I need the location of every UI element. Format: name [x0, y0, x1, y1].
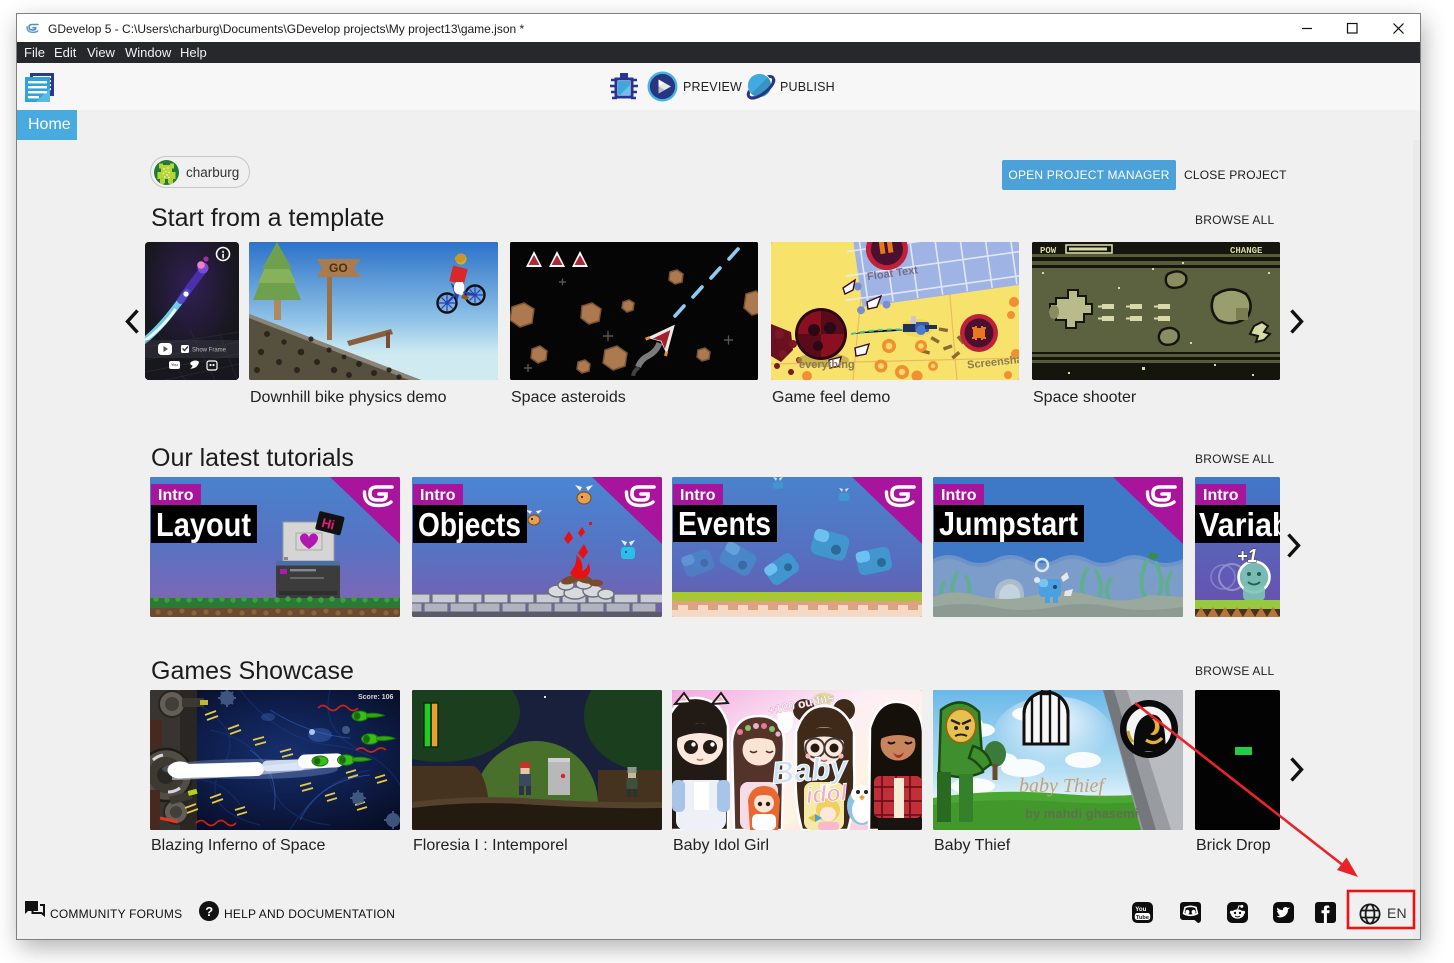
svg-text:everything: everything: [799, 359, 855, 371]
svg-text:idol: idol: [805, 779, 849, 809]
svg-text:by mahdi ghasemi: by mahdi ghasemi: [1025, 806, 1138, 821]
svg-text:Intro: Intro: [158, 487, 194, 504]
svg-text:You: You: [1135, 906, 1146, 913]
svg-text:?: ?: [205, 904, 213, 919]
svg-text:POW: POW: [1040, 246, 1057, 256]
svg-text:Score: 106: Score: 106: [358, 694, 394, 701]
svg-text:Jumpstart: Jumpstart: [939, 505, 1078, 542]
svg-text:Intro: Intro: [680, 487, 716, 504]
svg-text:Show Frame: Show Frame: [192, 348, 227, 354]
svg-text:GO: GO: [329, 261, 348, 275]
svg-text:You: You: [171, 362, 178, 367]
svg-text:Intro: Intro: [941, 487, 977, 504]
svg-text:CHANGE: CHANGE: [1230, 246, 1263, 256]
svg-text:Tube: Tube: [1136, 915, 1149, 921]
svg-text:baby Thief: baby Thief: [1019, 775, 1106, 797]
svg-text:Layout: Layout: [156, 506, 251, 543]
svg-text:Intro: Intro: [420, 487, 456, 504]
svg-text:Variabl: Variabl: [1199, 506, 1280, 543]
svg-text:Intro: Intro: [1203, 487, 1239, 504]
svg-text:+1: +1: [1237, 546, 1258, 566]
svg-text:Objects: Objects: [418, 506, 521, 543]
svg-text:Events: Events: [678, 505, 771, 542]
